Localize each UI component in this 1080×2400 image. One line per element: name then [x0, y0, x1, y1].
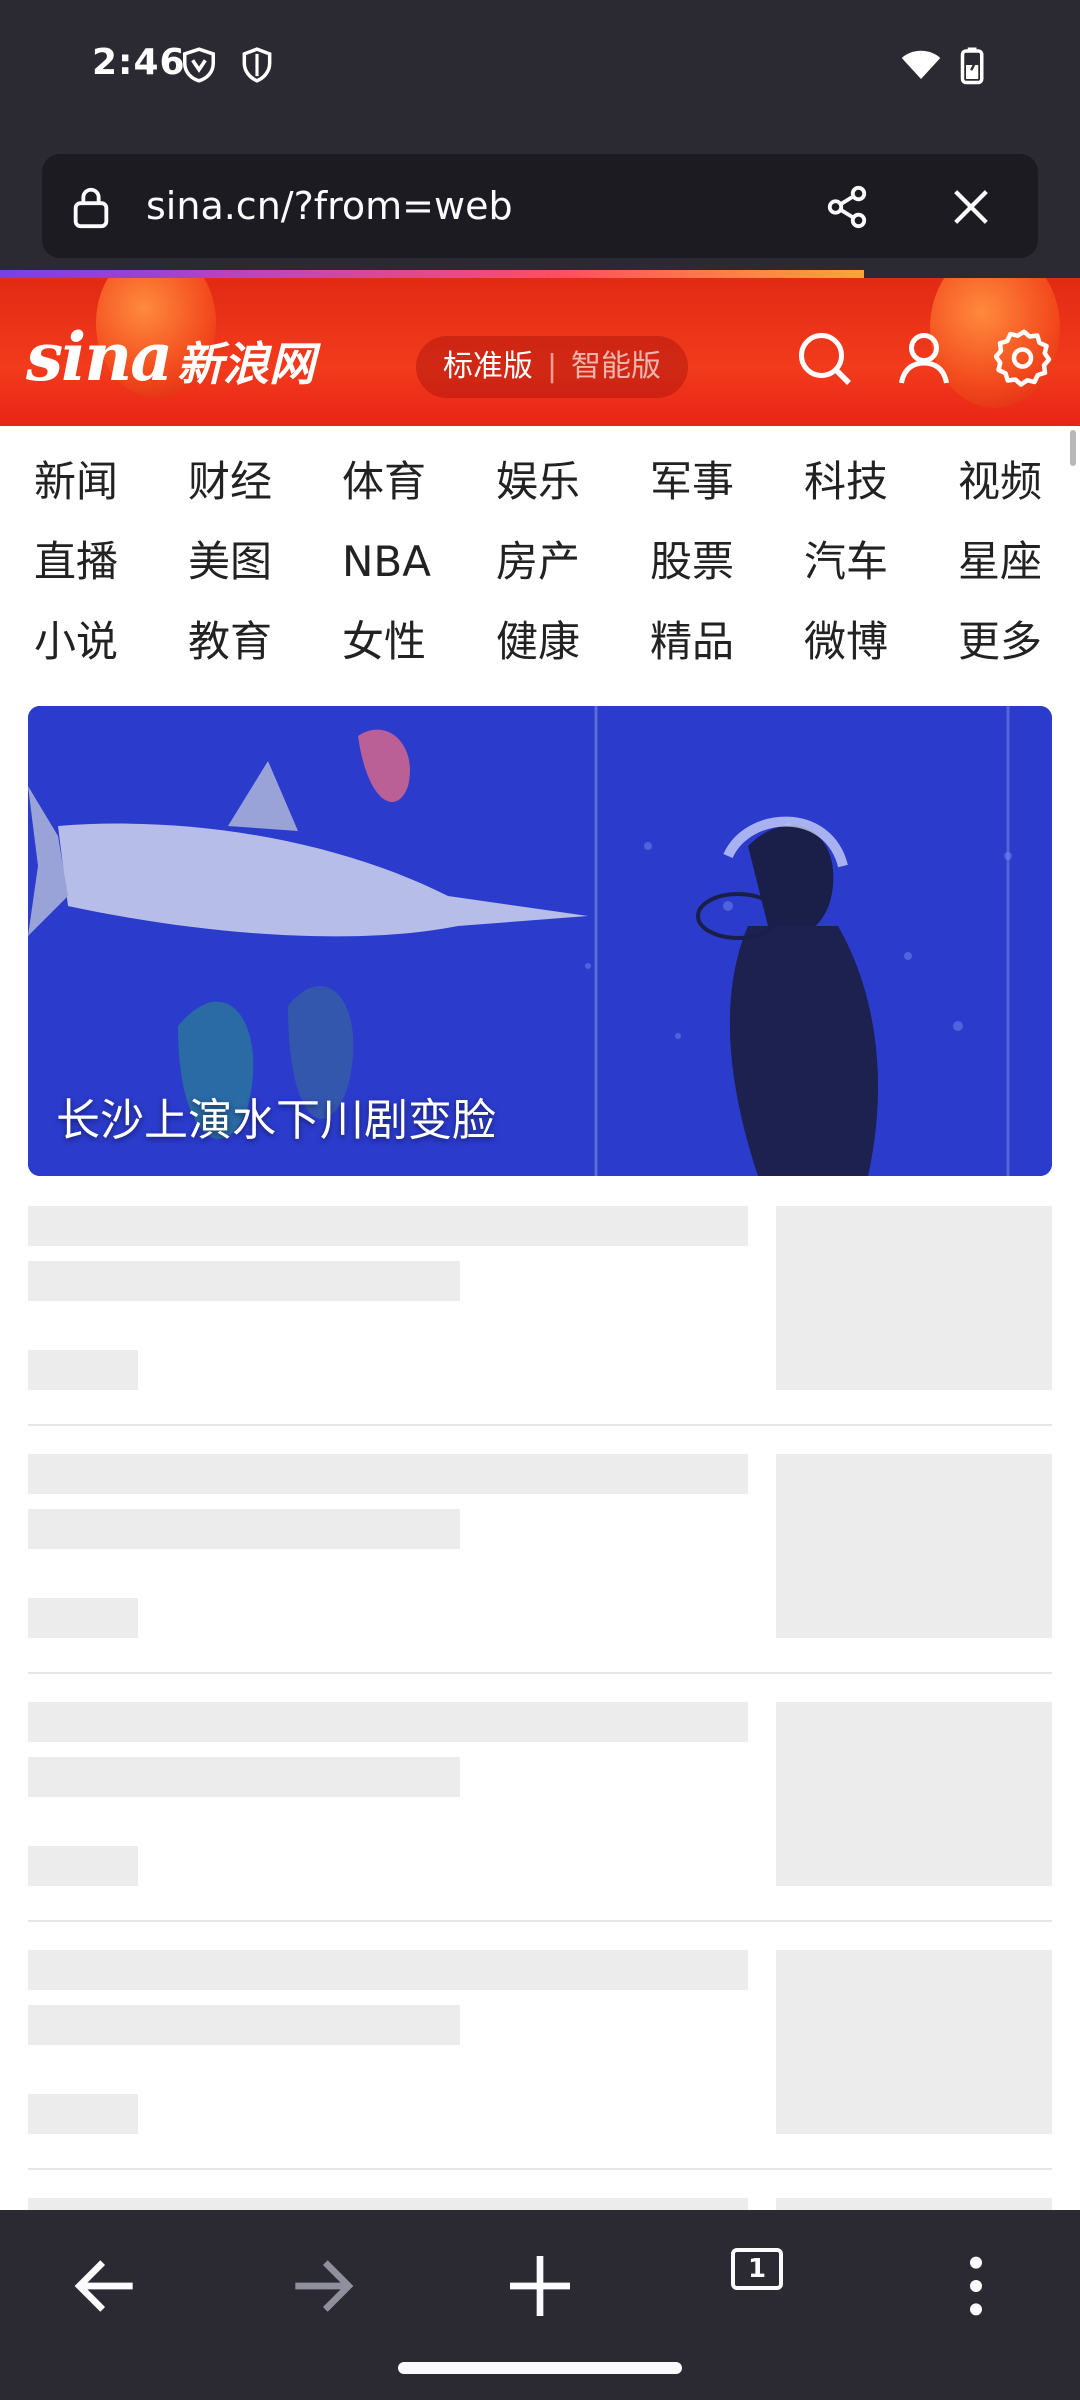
skeleton-title-line	[28, 1206, 748, 1246]
version-separator: |	[546, 349, 558, 384]
skeleton-title-line	[28, 1702, 748, 1742]
lock-icon[interactable]	[68, 184, 114, 230]
nav-item[interactable]: 新闻	[34, 452, 188, 532]
page-load-progress	[0, 270, 1080, 278]
sina-header: sina 新浪网 标准版 | 智能版	[0, 278, 1080, 426]
nav-item[interactable]: 财经	[188, 452, 342, 532]
nav-item[interactable]: 健康	[496, 612, 650, 692]
nav-item[interactable]: 更多	[958, 612, 1080, 692]
nav-item[interactable]: 微博	[804, 612, 958, 692]
skeleton-thumbnail	[776, 1206, 1052, 1390]
nav-item[interactable]: 股票	[650, 532, 804, 612]
user-icon[interactable]	[894, 328, 954, 388]
skeleton-meta-line	[28, 1350, 138, 1390]
vpn-icon	[183, 47, 215, 83]
version-switch[interactable]: 标准版 | 智能版	[416, 336, 688, 398]
nav-item[interactable]: 美图	[188, 532, 342, 612]
page-load-progress-fill	[0, 270, 864, 278]
nav-item[interactable]: 汽车	[804, 532, 958, 612]
status-time: 2:46	[92, 42, 186, 83]
skeleton-meta-line	[28, 1846, 138, 1886]
new-tab-icon[interactable]	[500, 2246, 580, 2326]
nav-item[interactable]: 星座	[958, 532, 1080, 612]
nav-item[interactable]: 视频	[958, 452, 1080, 532]
nav-item[interactable]: 娱乐	[496, 452, 650, 532]
skeleton-thumbnail	[776, 1454, 1052, 1638]
sina-logo-cn: 新浪网	[176, 337, 315, 391]
wifi-icon	[901, 50, 941, 79]
skeleton-thumbnail	[776, 1702, 1052, 1886]
skeleton-title-line	[28, 1757, 460, 1797]
browser-toolbar: sina.cn/?from=web	[0, 140, 1080, 270]
skeleton-card	[28, 1206, 1052, 1454]
nav-item[interactable]: 科技	[804, 452, 958, 532]
divider	[28, 1424, 1052, 1426]
nav-item[interactable]: NBA	[342, 532, 496, 612]
skeleton-card	[28, 1454, 1052, 1702]
skeleton-thumbnail	[776, 1950, 1052, 2134]
nav-item[interactable]: 精品	[650, 612, 804, 692]
menu-icon[interactable]	[936, 2246, 1016, 2326]
divider	[28, 1672, 1052, 1674]
version-smart[interactable]: 智能版	[571, 349, 661, 384]
category-nav-grid: 新闻 财经 体育 娱乐 军事 科技 视频 直播 美图 NBA 房产 股票 汽车 星座 小说 教育 女性 健康 精品微…	[34, 452, 1074, 692]
skeleton-title-line	[28, 1261, 460, 1301]
settings-icon[interactable]	[994, 328, 1054, 388]
skeleton-thumbnail	[776, 2198, 1052, 2210]
url-text[interactable]: sina.cn/?from=web	[146, 154, 513, 258]
share-icon[interactable]	[824, 184, 870, 230]
skeleton-title-line	[28, 1454, 748, 1494]
nav-item[interactable]: 小说	[34, 612, 188, 692]
skeleton-title-line	[28, 1509, 460, 1549]
skeleton-card	[28, 1950, 1052, 2198]
skeleton-card	[28, 2198, 1052, 2210]
hero-caption[interactable]: 长沙上演水下川剧变脸	[56, 1084, 496, 1148]
status-bar: 2:46	[0, 0, 1080, 140]
sina-logo[interactable]: sina 新浪网	[26, 318, 315, 396]
skeleton-title-line	[28, 2198, 748, 2210]
shield-icon	[242, 47, 272, 83]
sina-logo-brand: sina	[26, 318, 173, 396]
skeleton-card	[28, 1702, 1052, 1950]
tabs-icon[interactable]: 1	[731, 2248, 783, 2290]
battery-icon	[960, 47, 984, 85]
home-indicator[interactable]	[398, 2362, 682, 2374]
url-bar[interactable]: sina.cn/?from=web	[42, 154, 1038, 258]
scrollbar[interactable]	[1070, 430, 1076, 466]
forward-icon[interactable]	[282, 2246, 362, 2326]
nav-item[interactable]: 房产	[496, 532, 650, 612]
skeleton-title-line	[28, 1950, 748, 1990]
nav-item[interactable]: 直播	[34, 532, 188, 612]
version-standard[interactable]: 标准版	[443, 349, 533, 384]
skeleton-meta-line	[28, 1598, 138, 1638]
skeleton-title-line	[28, 2005, 460, 2045]
nav-item[interactable]: 教育	[188, 612, 342, 692]
nav-item[interactable]: 军事	[650, 452, 804, 532]
back-icon[interactable]	[66, 2246, 146, 2326]
hero-image[interactable]: 长沙上演水下川剧变脸	[28, 706, 1052, 1176]
nav-item[interactable]: 女性	[342, 612, 496, 692]
divider	[28, 2168, 1052, 2170]
divider	[28, 1920, 1052, 1922]
search-icon[interactable]	[794, 328, 854, 388]
skeleton-meta-line	[28, 2094, 138, 2134]
category-nav: 新闻 财经 体育 娱乐 军事 科技 视频直播 美图 NBA 房产 股票 汽车 星座小说 教育 女性 健康 精品微…	[0, 426, 1080, 696]
close-icon[interactable]	[948, 184, 994, 230]
nav-item[interactable]: 体育	[342, 452, 496, 532]
